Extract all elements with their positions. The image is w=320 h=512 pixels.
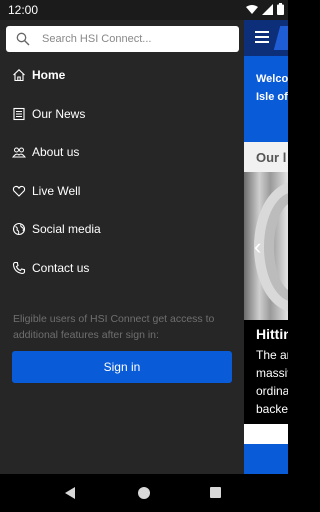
drawer-item-contact-us[interactable]: Contact us	[0, 249, 244, 288]
drawer-item-social-media[interactable]: Social media	[0, 210, 244, 249]
drawer-item-about-us[interactable]: About us	[0, 133, 244, 172]
sign-in-button[interactable]: Sign in	[12, 351, 232, 383]
background-app: Welco Isle of Our l ‹ Hittin The ar mass…	[244, 20, 288, 474]
signal-icon	[262, 3, 273, 15]
hsi-logo	[273, 26, 288, 50]
app-header	[244, 20, 288, 56]
battery-icon	[277, 3, 284, 15]
eligible-users-text: Eligible users of HSI Connect get access…	[13, 313, 215, 341]
drawer-nav: Home Our News About us Live Well Social …	[0, 56, 244, 287]
story-line: massiv	[256, 366, 288, 380]
carousel-prev-icon[interactable]: ‹	[254, 236, 261, 258]
drawer-item-our-news[interactable]: Our News	[0, 95, 244, 134]
welcome-banner: Welco Isle of	[244, 56, 288, 142]
search-icon	[16, 32, 30, 46]
heart-icon	[12, 184, 26, 198]
search-input[interactable]	[42, 30, 232, 48]
story-line: backe	[256, 402, 288, 416]
story-line: The ar	[256, 348, 288, 362]
wifi-icon	[246, 4, 258, 14]
status-time: 12:00	[8, 3, 39, 17]
welcome-line-2: Isle of	[256, 91, 288, 103]
section-title: Our l	[244, 142, 288, 172]
people-icon	[12, 145, 26, 159]
phone-icon	[12, 261, 26, 275]
status-bar: 12:00	[0, 0, 288, 20]
drawer-item-home[interactable]: Home	[0, 56, 244, 95]
drawer-item-label: About us	[32, 145, 80, 160]
welcome-line-1: Welco	[256, 73, 288, 85]
drawer-item-label: Home	[32, 68, 66, 83]
menu-icon[interactable]	[255, 31, 269, 43]
story-title: Hittin	[256, 326, 288, 342]
home-button-icon[interactable]	[138, 487, 150, 499]
drawer-item-label: Contact us	[32, 260, 90, 275]
app-bottom-bar	[244, 444, 288, 474]
drawer-item-label: Social media	[32, 222, 101, 237]
story-line: ordina	[256, 384, 288, 398]
navigation-drawer: Home Our News About us Live Well Social …	[0, 20, 244, 474]
search-box[interactable]	[6, 26, 239, 52]
drawer-item-live-well[interactable]: Live Well	[0, 172, 244, 211]
hero-image: ‹	[244, 172, 288, 320]
home-icon	[12, 68, 26, 82]
app-bottom	[244, 424, 288, 474]
status-icons	[246, 3, 284, 15]
system-nav-bar	[0, 474, 288, 512]
globe-icon	[12, 222, 26, 236]
drawer-item-label: Live Well	[32, 183, 81, 198]
newspaper-icon	[12, 107, 26, 121]
story-card[interactable]: Hittin The ar massiv ordina backe	[244, 320, 288, 424]
recents-icon[interactable]	[210, 487, 221, 498]
drawer-item-label: Our News	[32, 106, 86, 121]
back-icon[interactable]	[65, 487, 75, 499]
